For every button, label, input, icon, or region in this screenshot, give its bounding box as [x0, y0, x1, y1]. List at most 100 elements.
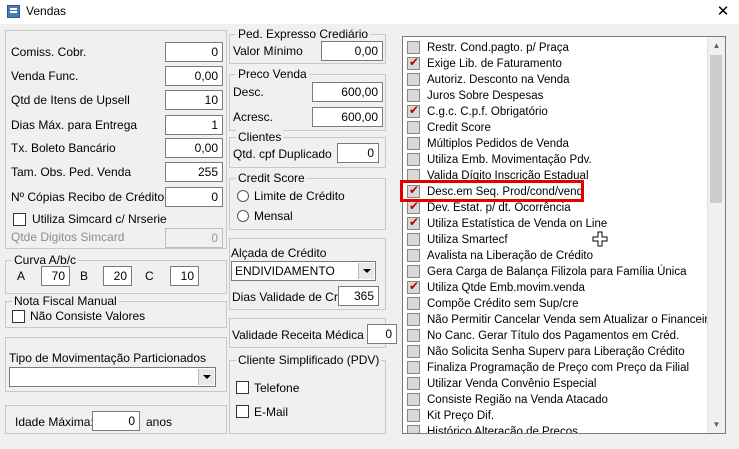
unchecked-checkbox-icon[interactable] [407, 409, 420, 422]
curva-b-input[interactable]: 20 [103, 266, 132, 286]
unchecked-checkbox-icon[interactable] [407, 89, 420, 102]
desc-input[interactable]: 600,00 [312, 82, 383, 102]
email-checkbox[interactable] [236, 405, 249, 418]
unchecked-checkbox-icon[interactable] [407, 361, 420, 374]
checked-checkbox-icon[interactable] [407, 55, 420, 70]
chevron-down-icon[interactable] [198, 369, 214, 385]
options-checklist[interactable]: Restr. Cond.pagto. p/ Praça Exige Lib. de… [402, 36, 726, 434]
venda-func-input[interactable]: 0,00 [165, 66, 223, 86]
qtd-cpf-input[interactable]: 0 [337, 143, 379, 163]
unchecked-checkbox-icon[interactable] [407, 265, 420, 278]
tipo-mov-select[interactable] [9, 367, 216, 387]
unchecked-checkbox-icon[interactable] [407, 73, 420, 86]
checked-checkbox-icon[interactable] [407, 215, 420, 230]
checked-checkbox-icon[interactable] [407, 279, 420, 294]
limite-credito-radio[interactable] [237, 190, 249, 202]
option-label: Histórico Alteração de Precos [427, 426, 578, 434]
curva-c-input[interactable]: 10 [170, 266, 199, 286]
cliente-simpl-title: Cliente Simplificado (PDV) [236, 353, 382, 367]
idade-input[interactable]: 0 [92, 411, 140, 431]
copias-recibo-input[interactable]: 0 [165, 187, 223, 207]
field-label: Nº Cópias Recibo de Crédito [11, 190, 165, 204]
option-label: Utiliza Estatística de Venda on Line [427, 218, 608, 230]
idade-label: Idade Máxima: [15, 415, 94, 429]
field-label: Comiss. Cobr. [11, 45, 87, 59]
option-label: Utiliza Emb. Movimentação Pdv. [427, 154, 592, 166]
unchecked-checkbox-icon[interactable] [407, 153, 420, 166]
checked-checkbox-icon[interactable] [407, 199, 420, 214]
email-label: E-Mail [254, 405, 289, 419]
option-label: Finaliza Programação de Preço com Preço … [427, 362, 690, 374]
field-label: Qtd de Itens de Upsell [11, 93, 130, 107]
unchecked-checkbox-icon[interactable] [407, 345, 420, 358]
alcada-group: Alçada de Crédito ENDIVIDAMENTO Dias Val… [229, 238, 386, 310]
unchecked-checkbox-icon[interactable] [407, 233, 420, 246]
acresc-label: Acresc. [233, 110, 274, 124]
unchecked-checkbox-icon[interactable] [407, 393, 420, 406]
scroll-down-icon[interactable]: ▼ [708, 416, 725, 433]
option-label: Dev. Estat. p/ dt. Ocorrência [427, 202, 571, 214]
unchecked-checkbox-icon[interactable] [407, 137, 420, 150]
option-label: Consiste Região na Venda Atacado [427, 394, 608, 406]
chevron-down-icon[interactable] [358, 263, 374, 279]
acresc-input[interactable]: 600,00 [312, 107, 383, 127]
curva-a-input[interactable]: 70 [41, 266, 70, 286]
mensal-label: Mensal [254, 209, 293, 223]
cliente-simpl-group: Cliente Simplificado (PDV) Telefone E-Ma… [229, 353, 386, 434]
window-client: Comiss. Cobr. 0 Venda Func. 0,00 Qtd de … [0, 24, 739, 449]
dias-validade-input[interactable]: 365 [338, 286, 379, 306]
option-label: C.g.c. C.p.f. Obrigatório [427, 106, 548, 118]
valor-minimo-label: Valor Mínimo [233, 44, 303, 58]
tam-obs-input[interactable]: 255 [165, 162, 223, 182]
dias-max-entrega-input[interactable]: 1 [165, 115, 223, 135]
nao-consiste-checkbox[interactable] [12, 310, 25, 323]
close-button[interactable]: ✕ [712, 1, 734, 23]
close-icon: ✕ [716, 3, 730, 20]
unchecked-checkbox-icon[interactable] [407, 425, 420, 433]
unchecked-checkbox-icon[interactable] [407, 41, 420, 54]
nota-fiscal-group: Nota Fiscal Manual Não Consiste Valores [5, 294, 227, 328]
mensal-radio[interactable] [237, 210, 249, 222]
unchecked-checkbox-icon[interactable] [407, 121, 420, 134]
title-bar: Vendas ✕ [0, 0, 739, 24]
scroll-up-icon[interactable]: ▲ [708, 37, 725, 54]
unchecked-checkbox-icon[interactable] [407, 249, 420, 262]
unchecked-checkbox-icon[interactable] [407, 329, 420, 342]
general-group: Comiss. Cobr. 0 Venda Func. 0,00 Qtd de … [5, 30, 227, 249]
ped-expresso-group: Ped. Expresso Crediário Valor Mínimo 0,0… [229, 27, 386, 64]
tipo-mov-group: Tipo de Movimentação Particionados [5, 337, 227, 392]
valor-minimo-input[interactable]: 0,00 [321, 41, 383, 61]
unchecked-checkbox-icon[interactable] [407, 313, 420, 326]
scrollbar-thumb[interactable] [710, 55, 722, 203]
option-label: Não Permitir Cancelar Venda sem Atualiza… [427, 314, 715, 326]
option-label: Restr. Cond.pagto. p/ Praça [427, 42, 569, 54]
preco-venda-title: Preco Venda [236, 67, 309, 81]
telefone-checkbox[interactable] [236, 381, 249, 394]
qtd-cpf-label: Qtd. cpf Duplicado [233, 147, 332, 161]
app-icon [7, 5, 20, 18]
clientes-title: Clientes [236, 130, 284, 144]
field-label: Venda Func. [11, 69, 79, 83]
validade-receita-group: Validade Receita Médica 0 [229, 318, 397, 348]
field-label: Tam. Obs. Ped. Venda [11, 165, 132, 179]
qtd-itens-upsell-input[interactable]: 10 [165, 90, 223, 110]
validade-receita-input[interactable]: 0 [367, 324, 397, 344]
alcada-select[interactable]: ENDIVIDAMENTO [231, 261, 376, 281]
option-label: Múltiplos Pedidos de Venda [427, 138, 569, 150]
simcard-checkbox[interactable] [13, 213, 26, 226]
unchecked-checkbox-icon[interactable] [407, 297, 420, 310]
unchecked-checkbox-icon[interactable] [407, 377, 420, 390]
option-label: Utiliza Qtde Emb.movim.venda [427, 282, 585, 294]
tx-boleto-input[interactable]: 0,00 [165, 138, 223, 158]
telefone-label: Telefone [254, 381, 300, 395]
curva-group: Curva A/b/c A 70 B 20 C 10 [5, 253, 227, 294]
alcada-title: Alçada de Crédito [231, 246, 327, 260]
comiss-cobr-input[interactable]: 0 [165, 42, 223, 62]
vertical-scrollbar[interactable]: ▲ ▼ [707, 37, 725, 433]
option-label: Juros Sobre Despesas [427, 90, 544, 102]
curva-title: Curva A/b/c [12, 253, 79, 267]
preco-venda-group: Preco Venda Desc. 600,00 Acresc. 600,00 [229, 67, 386, 131]
qtde-digitos-input: 0 [165, 228, 223, 248]
option-label: Kit Preço Dif. [427, 410, 495, 422]
checked-checkbox-icon[interactable] [407, 103, 420, 118]
